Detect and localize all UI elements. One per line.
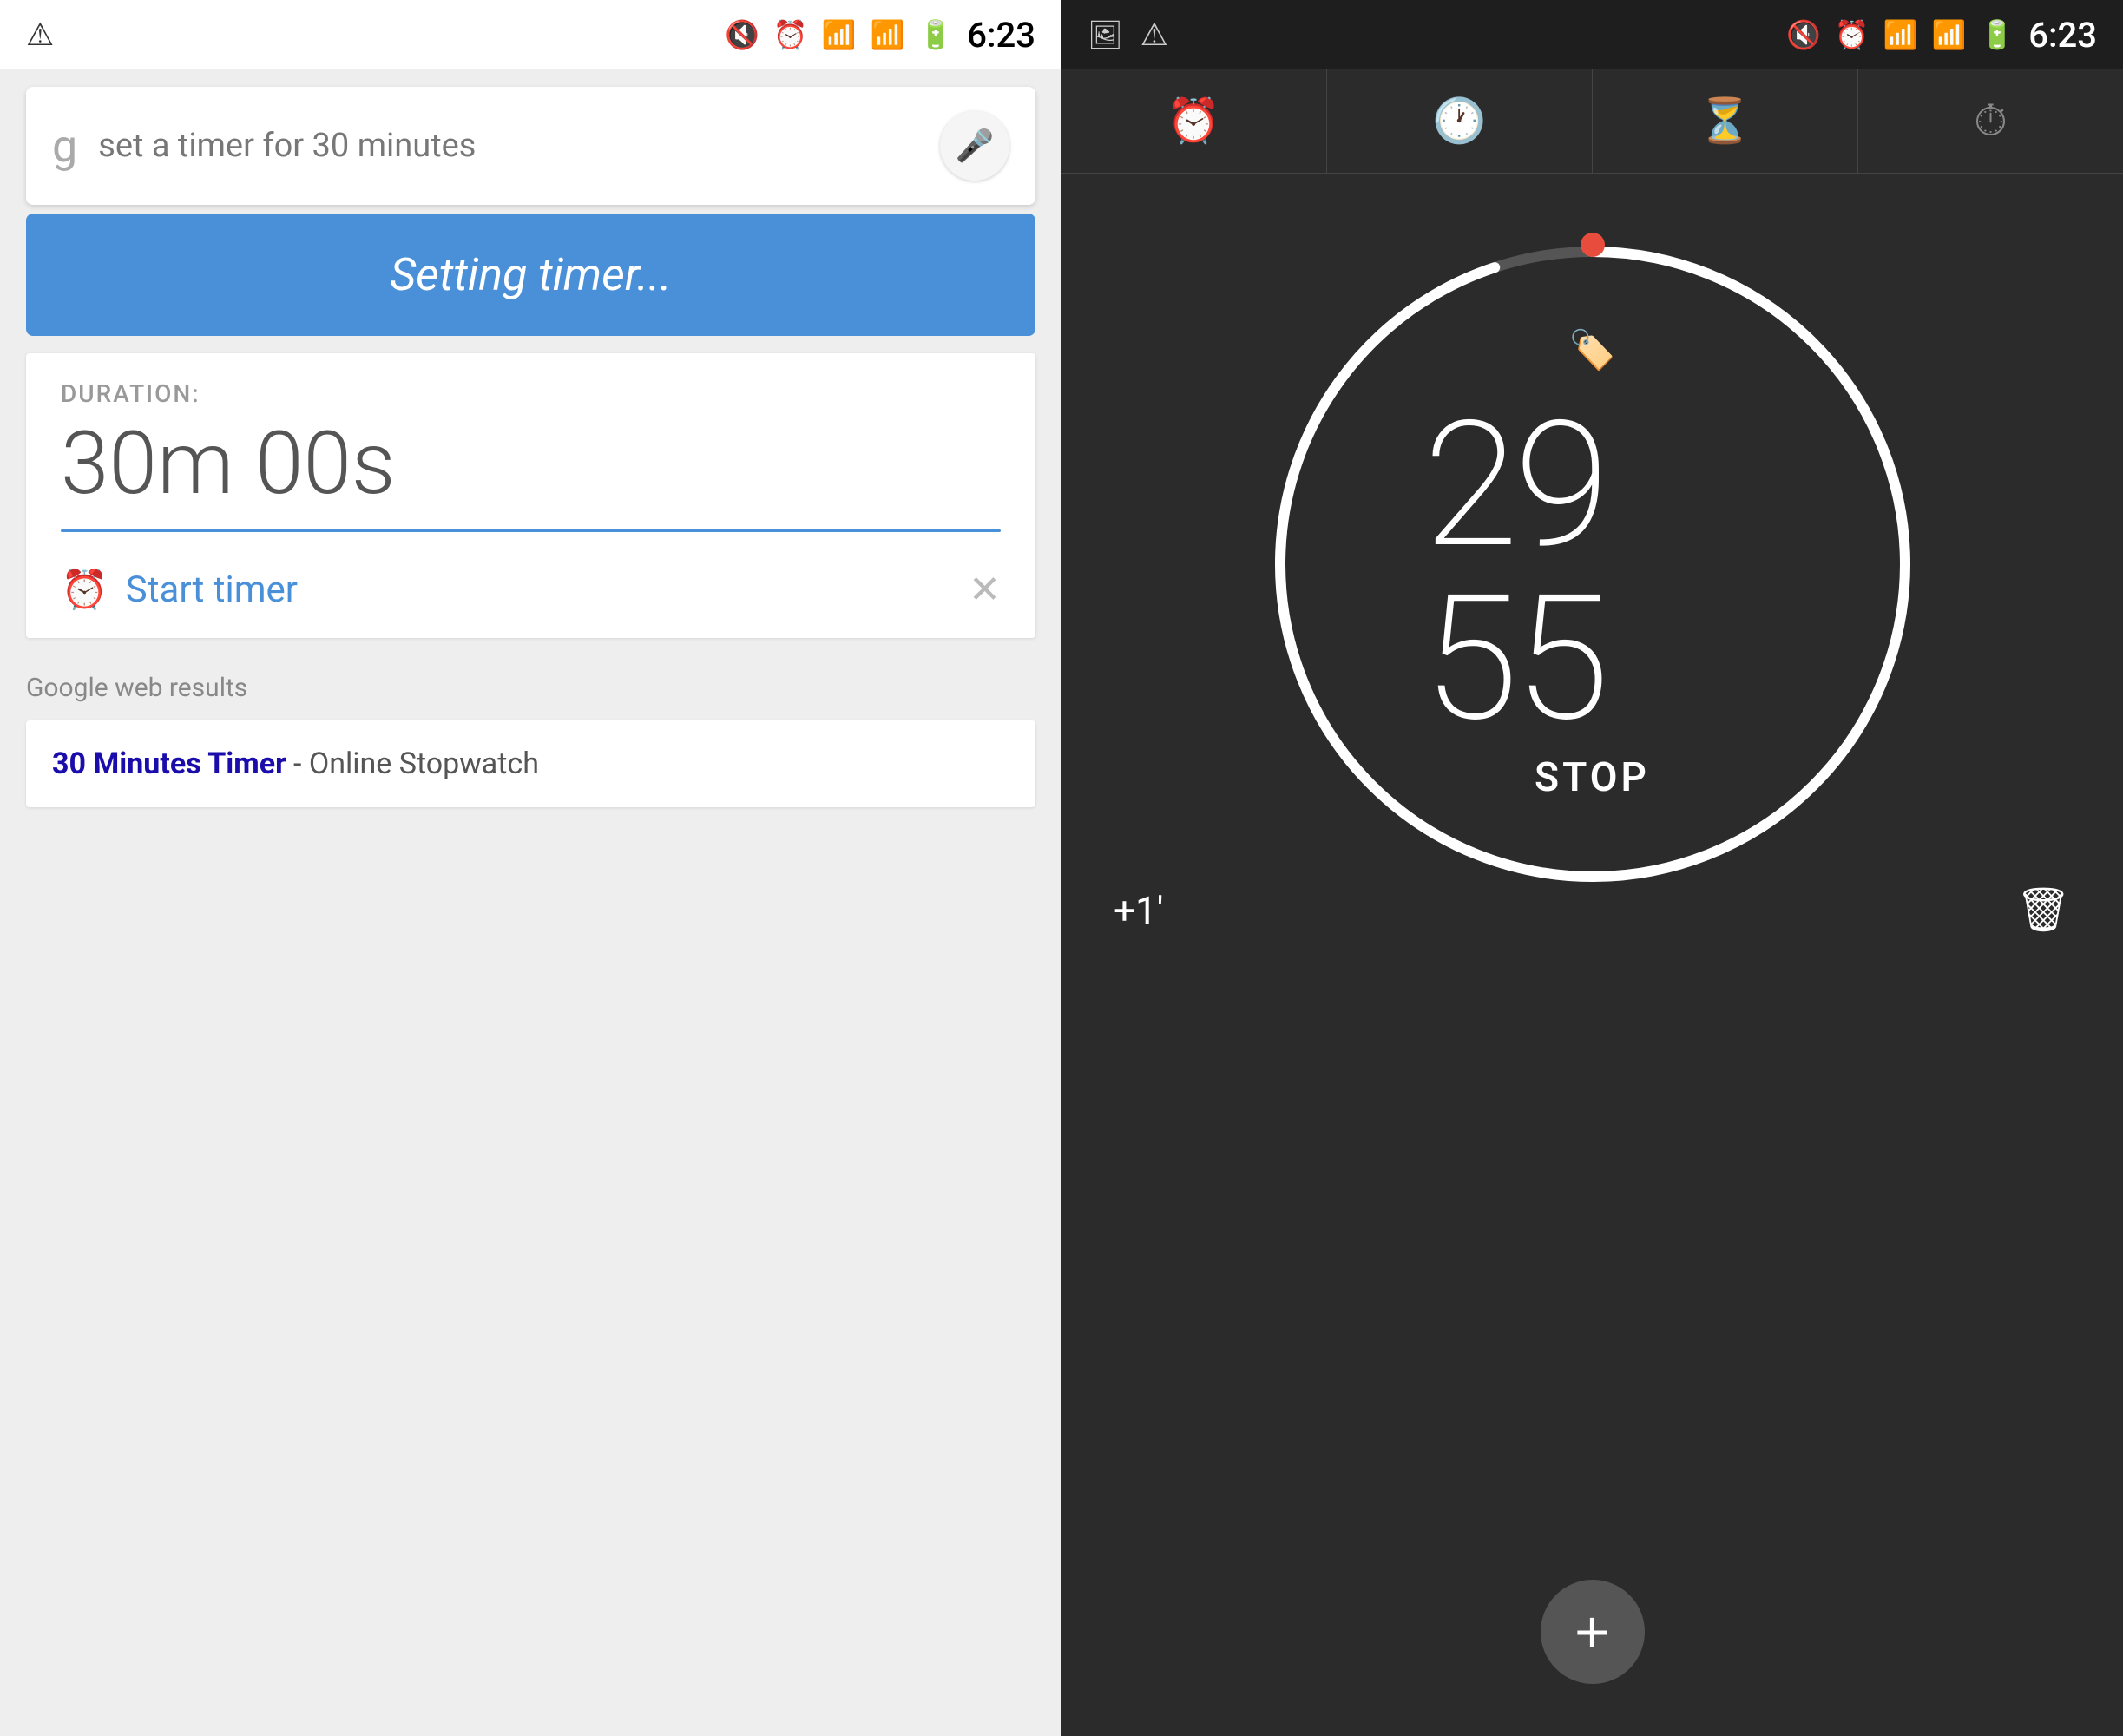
- start-timer-label[interactable]: Start timer: [126, 569, 298, 611]
- plus-one-button[interactable]: +1': [1114, 888, 1163, 933]
- warning-icon-right: ⚠: [1140, 16, 1168, 53]
- signal-icon-left: 📶: [871, 18, 905, 51]
- web-result-title: 30 Minutes Timer - Online Stopwatch: [52, 746, 539, 781]
- wifi-icon-right: 📶: [1883, 18, 1918, 51]
- web-results-section: Google web results 30 Minutes Timer - On…: [26, 673, 1035, 807]
- duration-label: DURATION:: [61, 379, 1001, 408]
- left-panel: ⚠ 🔇 ⏰ 📶 📶 🔋 6:23 g set a timer for 30 mi…: [0, 0, 1062, 1736]
- setting-timer-text: Setting timer...: [390, 248, 672, 301]
- circle-timer: 🏷️ 29 55 STOP: [1254, 226, 1931, 903]
- google-logo: g: [52, 120, 77, 173]
- start-timer-row[interactable]: ⏰ Start timer ✕: [61, 549, 1001, 638]
- tab-clock-icon: 🕐: [1432, 96, 1486, 147]
- blue-divider: [61, 529, 1001, 532]
- tab-stopwatch[interactable]: ⏱: [1858, 69, 2123, 173]
- close-icon[interactable]: ✕: [969, 567, 1001, 612]
- web-result-card[interactable]: 30 Minutes Timer - Online Stopwatch: [26, 720, 1035, 807]
- time-right: 6:23: [2028, 15, 2097, 56]
- wifi-icon-left: 📶: [822, 18, 857, 51]
- timer-time-display: 29 55: [1423, 398, 1762, 746]
- tab-clock[interactable]: 🕐: [1327, 69, 1593, 173]
- red-dot: [1581, 233, 1605, 257]
- timer-display-area: 🏷️ 29 55 STOP +1' 🗑 +: [1062, 174, 2123, 1736]
- status-bar-right: 🖼 ⚠ 🔇 ⏰ 📶 📶 🔋 6:23: [1062, 0, 2123, 69]
- tab-timer[interactable]: ⏳: [1593, 69, 1858, 173]
- setting-timer-banner: Setting timer...: [26, 214, 1035, 336]
- web-result-title-dash: - Online Stopwatch: [286, 746, 539, 781]
- search-bar[interactable]: g set a timer for 30 minutes 🎤: [26, 87, 1035, 205]
- search-bar-left: g set a timer for 30 minutes: [52, 120, 476, 173]
- search-query-text: set a timer for 30 minutes: [98, 127, 476, 165]
- delete-button[interactable]: 🗑: [2016, 885, 2071, 936]
- mic-icon: 🎤: [956, 128, 995, 164]
- photo-icon: 🖼: [1088, 18, 1123, 51]
- tab-alarm-icon: ⏰: [1167, 96, 1220, 147]
- plus-icon: +: [1574, 1601, 1610, 1662]
- alarm-icon-blue: ⏰: [61, 567, 108, 612]
- mute-icon-right: 🔇: [1786, 18, 1821, 51]
- signal-icon-right: 📶: [1932, 18, 1967, 51]
- tab-timer-icon: ⏳: [1698, 96, 1752, 147]
- start-timer-left[interactable]: ⏰ Start timer: [61, 567, 298, 612]
- web-results-label: Google web results: [26, 673, 1035, 703]
- tab-bar: ⏰ 🕐 ⏳ ⏱: [1062, 69, 2123, 174]
- battery-icon-left: 🔋: [918, 18, 953, 51]
- alarm-status-icon-left: ⏰: [773, 18, 808, 51]
- status-icons-right: 🔇 ⏰ 📶 📶 🔋 6:23: [1786, 15, 2097, 56]
- web-result-title-bold[interactable]: 30 Minutes Timer: [52, 746, 286, 781]
- tab-alarm[interactable]: ⏰: [1062, 69, 1327, 173]
- add-button-area: +: [1541, 1580, 1645, 1736]
- alarm-status-icon-right: ⏰: [1835, 18, 1870, 51]
- add-timer-button[interactable]: +: [1541, 1580, 1645, 1684]
- status-left-icons-right: 🖼 ⚠: [1088, 16, 1168, 53]
- timer-stop-button[interactable]: STOP: [1535, 754, 1650, 801]
- timer-inner: 🏷️ 29 55 STOP: [1423, 327, 1762, 801]
- right-panel: 🖼 ⚠ 🔇 ⏰ 📶 📶 🔋 6:23 ⏰ 🕐 ⏳ ⏱: [1062, 0, 2123, 1736]
- warning-icon-left: ⚠: [26, 16, 54, 53]
- label-icon: 🏷️: [1568, 327, 1616, 372]
- mic-button[interactable]: 🎤: [940, 111, 1009, 181]
- mute-icon-left: 🔇: [725, 18, 759, 51]
- status-icons-left: 🔇 ⏰ 📶 📶 🔋 6:23: [725, 15, 1035, 56]
- timer-card: DURATION: 30m 00s ⏰ Start timer ✕: [26, 353, 1035, 638]
- duration-value: 30m 00s: [61, 417, 1001, 512]
- status-bar-left: ⚠ 🔇 ⏰ 📶 📶 🔋 6:23: [0, 0, 1062, 69]
- time-left: 6:23: [967, 15, 1035, 56]
- tab-stopwatch-icon: ⏱: [1974, 96, 2008, 147]
- battery-icon-right: 🔋: [1980, 18, 2015, 51]
